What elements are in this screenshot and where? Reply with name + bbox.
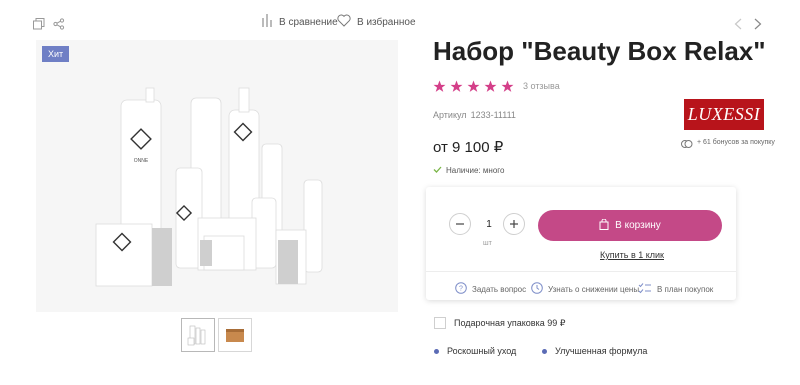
sku: Артикул 1233-11111 — [433, 110, 516, 120]
feature-label: Роскошный уход — [447, 346, 517, 356]
question-icon: ? — [455, 282, 467, 296]
quantity-value[interactable]: 1 — [484, 219, 494, 230]
star-icon — [467, 80, 480, 92]
qty-increase-button[interactable] — [503, 213, 525, 235]
cart-label: В корзину — [615, 220, 661, 231]
feature-item: Роскошный уход — [434, 346, 516, 356]
favorite-label: В избранное — [357, 16, 416, 28]
bonus-text: + 61 бонусов за покупку — [697, 139, 775, 146]
star-icon — [450, 80, 463, 92]
product-image[interactable]: ONNE — [36, 40, 398, 312]
divider — [426, 271, 736, 272]
product-title: Набор "Beauty Box Relax" — [433, 36, 766, 66]
feature-label: Улучшенная формула — [555, 346, 648, 356]
stock-status: Наличие: много — [433, 166, 504, 175]
stock-text: Наличие: много — [446, 166, 505, 175]
checklist-icon — [638, 282, 652, 296]
feature-item: Улучшенная формула — [542, 346, 647, 356]
next-product-icon[interactable] — [752, 17, 764, 31]
compare-label: В сравнение — [279, 16, 338, 28]
sku-value: 1233-11111 — [470, 110, 516, 120]
favorite-button[interactable]: В избранное — [337, 14, 416, 30]
shopping-bag-icon — [599, 218, 609, 233]
bullet-dot — [434, 348, 439, 354]
add-to-cart-button[interactable]: В корзину — [538, 210, 722, 241]
star-icon — [433, 80, 446, 92]
qty-decrease-button[interactable] — [449, 213, 471, 235]
thumbnail-2[interactable] — [218, 318, 252, 352]
star-icon — [501, 80, 514, 92]
gift-wrap-label: Подарочная упаковка 99 ₽ — [454, 317, 566, 328]
bottle-brand-text: ONNE — [134, 158, 149, 164]
check-icon — [433, 166, 442, 175]
ask-question-label: Задать вопрос — [472, 284, 527, 294]
bonus-info: + 61 бонусов за покупку — [681, 139, 776, 152]
purchase-plan-button[interactable]: В план покупок — [638, 282, 713, 296]
buy-one-click-link[interactable]: Купить в 1 клик — [600, 250, 664, 260]
reviews-link[interactable]: 3 отзыва — [523, 81, 560, 91]
sku-label: Артикул — [433, 110, 467, 120]
thumbnail-1[interactable] — [181, 318, 215, 352]
rating-stars — [433, 80, 514, 93]
clock-icon — [531, 282, 543, 296]
svg-text:?: ? — [459, 286, 463, 293]
star-icon — [484, 80, 497, 92]
compare-button[interactable]: В сравнение — [262, 14, 338, 30]
price-drop-button[interactable]: Узнать о снижении цены — [531, 282, 639, 296]
compare-icon — [262, 14, 273, 30]
quantity-unit: шт — [483, 240, 492, 247]
prev-product-icon[interactable] — [732, 17, 744, 31]
price-drop-label: Узнать о снижении цены — [548, 284, 640, 294]
ask-question-button[interactable]: ? Задать вопрос — [455, 282, 526, 296]
price: от 9 100 ₽ — [433, 139, 504, 156]
brand-logo[interactable]: LUXESSI — [684, 99, 764, 130]
bullet-dot — [542, 348, 547, 354]
gift-wrap-checkbox[interactable] — [434, 317, 446, 329]
coins-icon — [681, 139, 693, 152]
hit-badge: Хит — [42, 46, 70, 62]
copy-icon[interactable] — [32, 17, 46, 31]
heart-icon — [337, 14, 351, 30]
gift-wrap-option[interactable]: Подарочная упаковка 99 ₽ — [434, 317, 565, 329]
purchase-plan-label: В план покупок — [657, 284, 714, 294]
share-icon[interactable] — [52, 17, 66, 31]
